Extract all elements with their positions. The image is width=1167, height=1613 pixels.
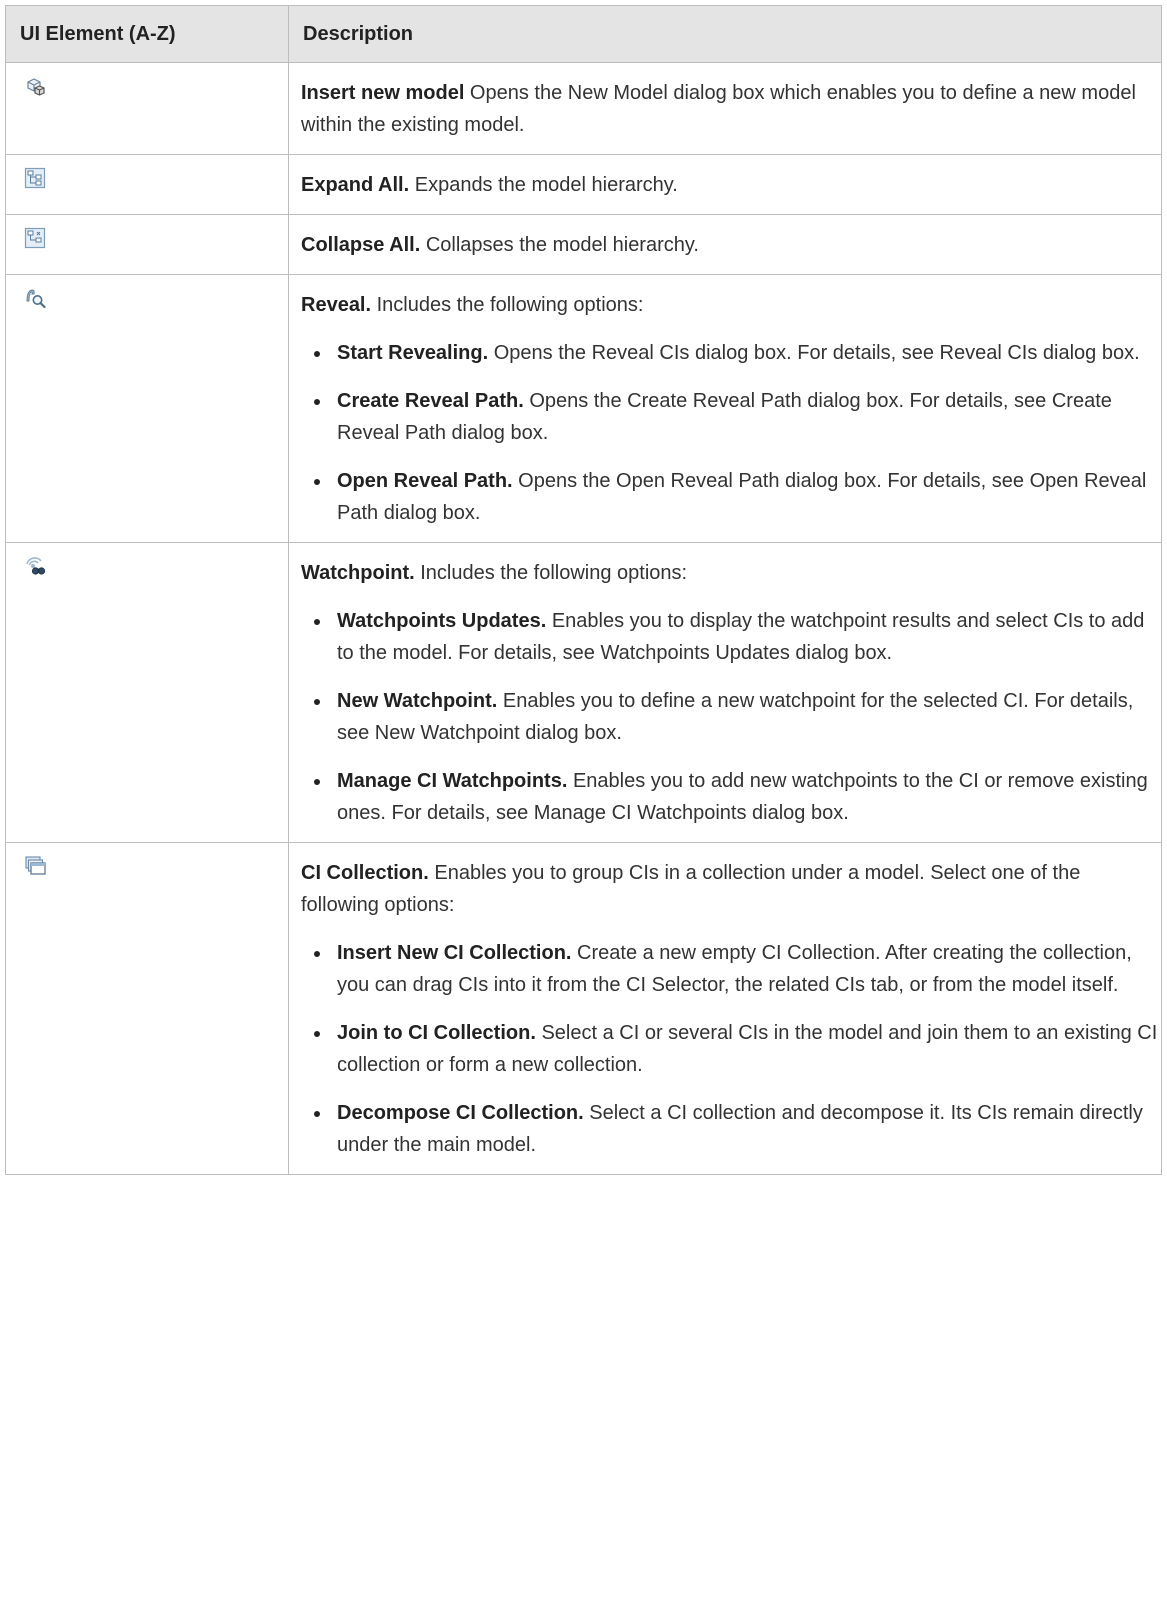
- option-title: Insert New CI Collection.: [337, 942, 572, 964]
- table-row: CI Collection. Enables you to group CIs …: [5, 842, 1162, 1175]
- options-list: Start Revealing. Opens the Reveal CIs di…: [301, 337, 1161, 529]
- row-text: Collapses the model hierarchy.: [420, 234, 699, 256]
- list-item: Manage CI Watchpoints. Enables you to ad…: [301, 765, 1161, 829]
- row-title: Reveal.: [301, 294, 372, 316]
- row-text: Includes the following options:: [371, 294, 644, 316]
- list-item: Watchpoints Updates. Enables you to disp…: [301, 605, 1161, 669]
- list-item: Join to CI Collection. Select a CI or se…: [301, 1017, 1161, 1081]
- table-row: Reveal. Includes the following options: …: [5, 274, 1162, 543]
- description-cell: Collapse All. Collapses the model hierar…: [288, 214, 1162, 275]
- row-title: Insert new model: [301, 82, 465, 104]
- table-row: Watchpoint. Includes the following optio…: [5, 542, 1162, 843]
- row-text: Includes the following options:: [414, 562, 688, 584]
- icon-cell: [5, 214, 289, 275]
- row-title: Expand All.: [301, 174, 410, 196]
- option-title: Decompose CI Collection.: [337, 1102, 584, 1124]
- icon-cell: [5, 62, 289, 155]
- description-cell: CI Collection. Enables you to group CIs …: [288, 842, 1162, 1175]
- description-cell: Reveal. Includes the following options: …: [288, 274, 1162, 543]
- option-title: Join to CI Collection.: [337, 1022, 536, 1044]
- header-ui-element: UI Element (A-Z): [5, 5, 289, 63]
- table-row: Collapse All. Collapses the model hierar…: [5, 214, 1162, 275]
- list-item: Decompose CI Collection. Select a CI col…: [301, 1097, 1161, 1161]
- table-row: Expand All. Expands the model hierarchy.: [5, 154, 1162, 215]
- table-header-row: UI Element (A-Z) Description: [5, 5, 1162, 63]
- options-list: Insert New CI Collection. Create a new e…: [301, 937, 1161, 1161]
- list-item: New Watchpoint. Enables you to define a …: [301, 685, 1161, 749]
- option-title: Create Reveal Path.: [337, 390, 524, 412]
- icon-cell: [5, 842, 289, 1175]
- icon-cell: [5, 542, 289, 843]
- options-list: Watchpoints Updates. Enables you to disp…: [301, 605, 1161, 829]
- option-title: New Watchpoint.: [337, 690, 498, 712]
- list-item: Start Revealing. Opens the Reveal CIs di…: [301, 337, 1161, 369]
- table-row: Insert new model Opens the New Model dia…: [5, 62, 1162, 155]
- option-title: Start Revealing.: [337, 342, 489, 364]
- option-title: Watchpoints Updates.: [337, 610, 547, 632]
- expand-all-icon[interactable]: [24, 167, 46, 189]
- row-title: Watchpoint.: [301, 562, 415, 584]
- icon-cell: [5, 154, 289, 215]
- ci-collection-icon[interactable]: [24, 855, 46, 877]
- row-text: Expands the model hierarchy.: [409, 174, 678, 196]
- header-description: Description: [288, 5, 1162, 63]
- row-title: CI Collection.: [301, 862, 429, 884]
- description-cell: Watchpoint. Includes the following optio…: [288, 542, 1162, 843]
- option-title: Open Reveal Path.: [337, 470, 513, 492]
- description-cell: Insert new model Opens the New Model dia…: [288, 62, 1162, 155]
- icon-cell: [5, 274, 289, 543]
- collapse-all-icon[interactable]: [24, 227, 46, 249]
- list-item: Open Reveal Path. Opens the Open Reveal …: [301, 465, 1161, 529]
- reveal-icon[interactable]: [24, 287, 46, 309]
- watchpoint-icon[interactable]: [24, 555, 46, 577]
- description-cell: Expand All. Expands the model hierarchy.: [288, 154, 1162, 215]
- option-title: Manage CI Watchpoints.: [337, 770, 568, 792]
- insert-model-icon[interactable]: [24, 75, 46, 97]
- option-text: Opens the Reveal CIs dialog box. For det…: [488, 342, 1140, 364]
- list-item: Create Reveal Path. Opens the Create Rev…: [301, 385, 1161, 449]
- row-title: Collapse All.: [301, 234, 421, 256]
- list-item: Insert New CI Collection. Create a new e…: [301, 937, 1161, 1001]
- ui-elements-table: UI Element (A-Z) Description Insert new …: [5, 5, 1162, 1175]
